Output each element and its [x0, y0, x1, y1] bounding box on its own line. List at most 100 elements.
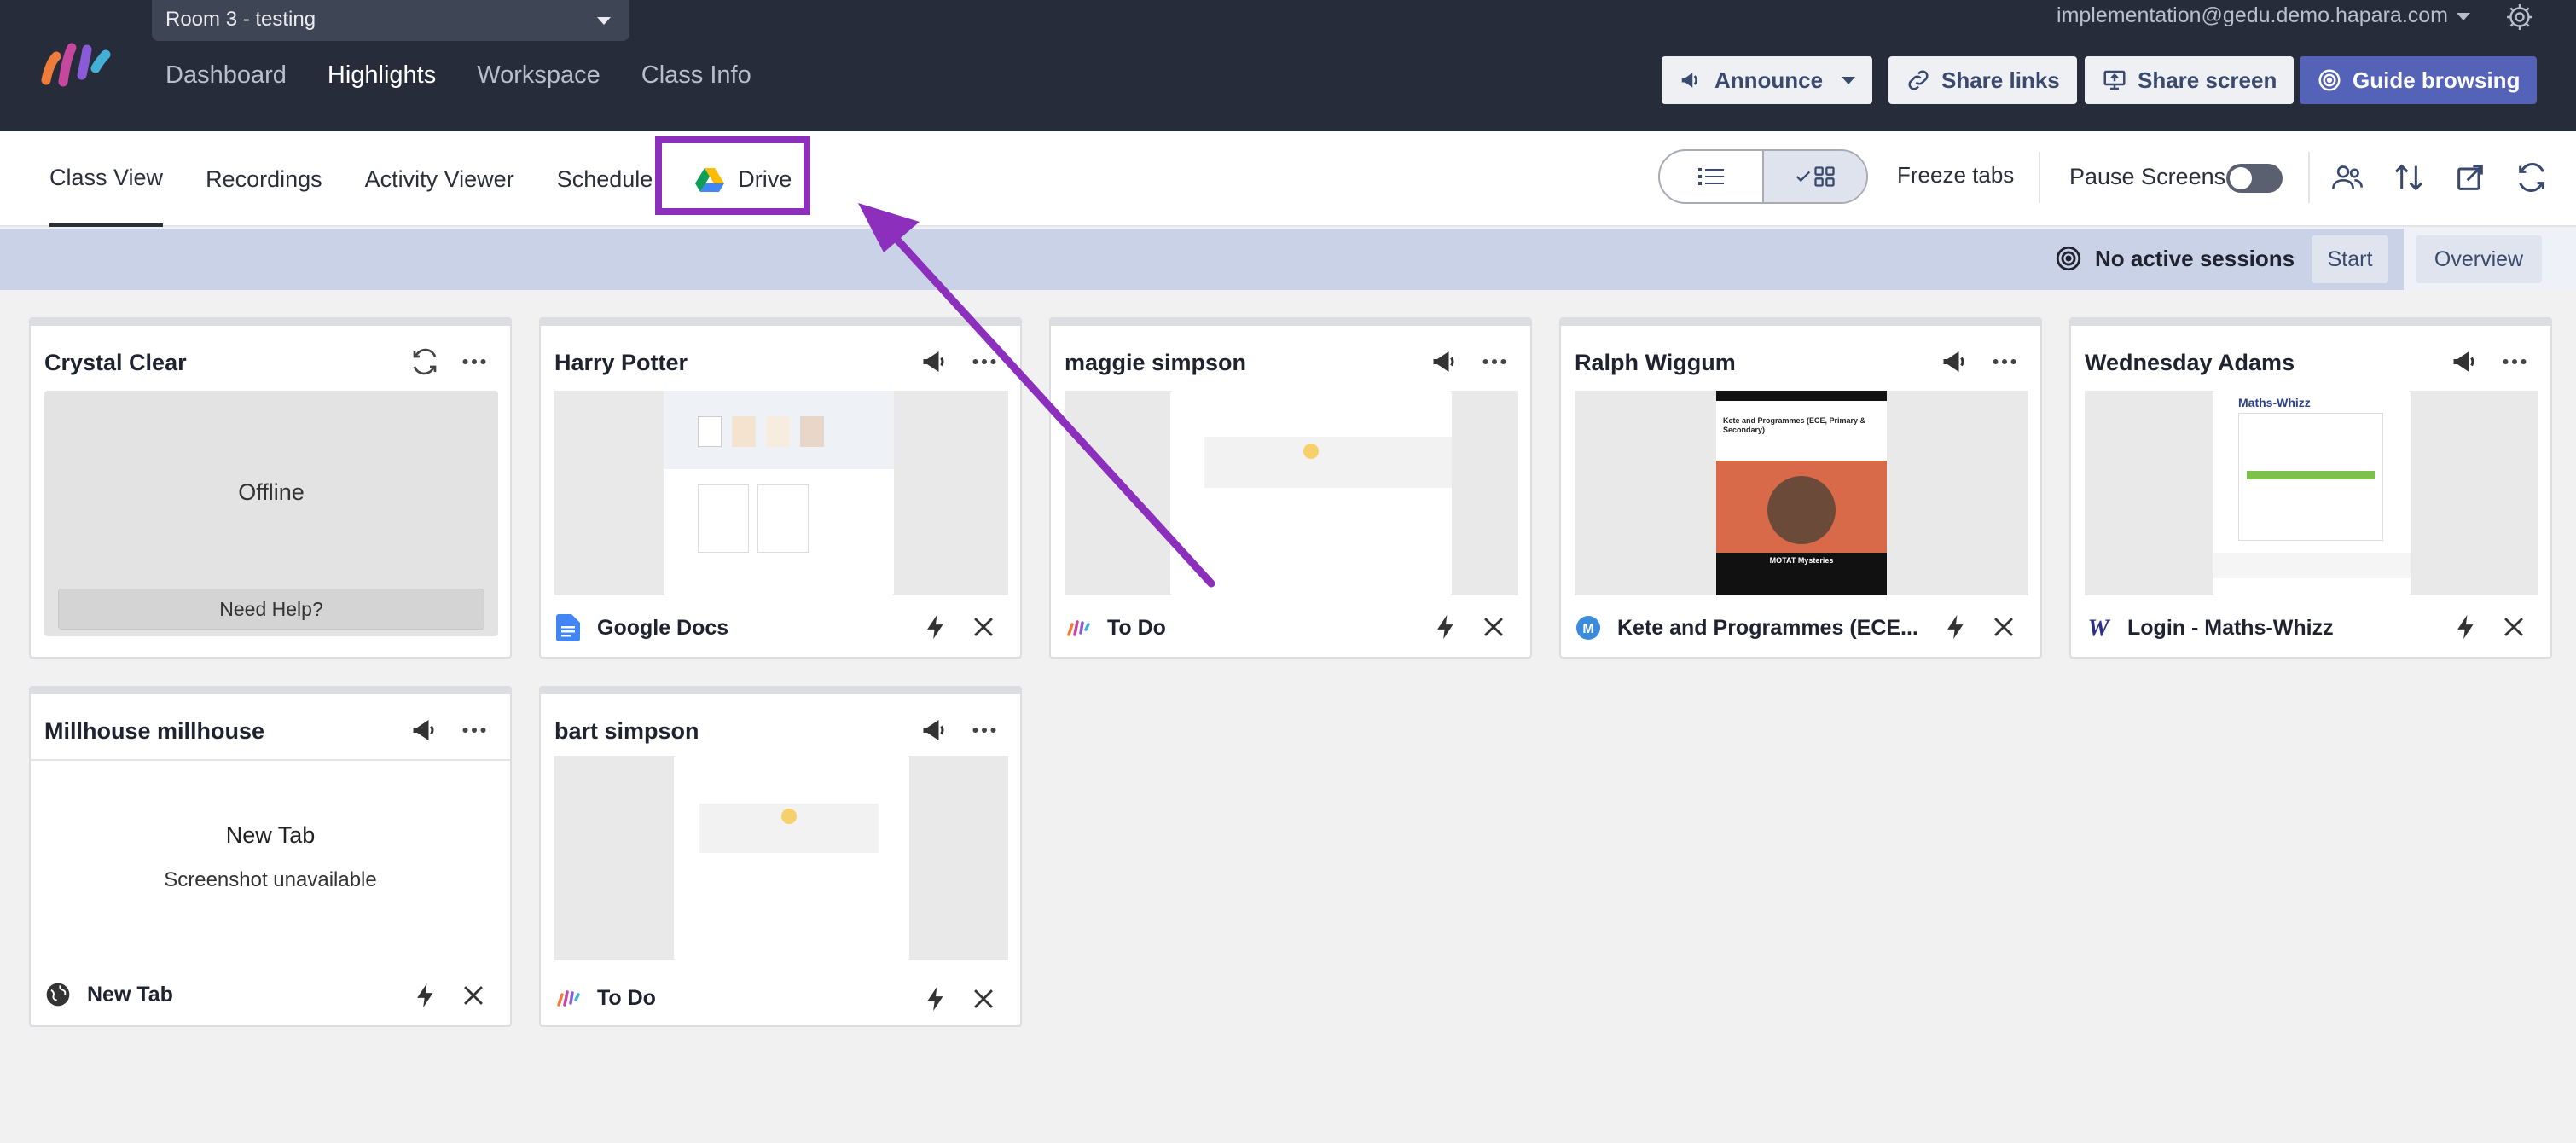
lightning-icon[interactable] [921, 984, 950, 1013]
student-card: Ralph Wiggum Kete and Programmes (ECE, P… [1559, 317, 2042, 659]
screen-share-icon [2103, 70, 2126, 90]
preview-title: Kete and Programmes (ECE, Primary & Seco… [1723, 416, 1866, 434]
active-tab[interactable]: New Tab [44, 981, 173, 1008]
guide-browsing-button[interactable]: Guide browsing [2300, 56, 2538, 104]
screenshot-thumbnail[interactable]: Maths-Whizz [2085, 391, 2538, 595]
hapara-logo[interactable] [38, 38, 114, 89]
close-icon[interactable] [459, 981, 488, 1010]
nav-class-info[interactable]: Class Info [641, 61, 751, 90]
preview-brand: Maths-Whizz [2238, 396, 2311, 409]
page-preview [664, 391, 894, 595]
student-card: Harry Potter Google Docs [539, 317, 1022, 659]
close-icon[interactable] [2499, 612, 2528, 641]
lightning-icon[interactable] [1431, 612, 1460, 641]
drive-highlight-box [655, 136, 810, 215]
new-tab-title: New Tab [225, 822, 316, 848]
hapara-icon [554, 984, 582, 1012]
share-links-button[interactable]: Share links [1888, 56, 2077, 104]
gear-icon[interactable] [2504, 2, 2535, 32]
more-options-icon[interactable] [2499, 346, 2530, 377]
lightning-icon[interactable] [2451, 612, 2480, 641]
more-options-icon[interactable] [459, 346, 490, 377]
announce-button[interactable]: Announce [1662, 56, 1873, 104]
student-card: bart simpson To Do [539, 686, 1022, 1027]
freeze-tabs-button[interactable]: Freeze tabs [1897, 162, 2014, 189]
pause-screens-toggle[interactable] [2226, 164, 2283, 193]
target-icon [2318, 69, 2341, 91]
more-options-icon[interactable] [969, 346, 1000, 377]
chevron-down-icon [597, 17, 611, 25]
student-card: Wednesday Adams Maths-Whizz W Login - Ma… [2069, 317, 2552, 659]
nav-highlights[interactable]: Highlights [328, 61, 436, 90]
lightning-icon[interactable] [411, 981, 440, 1010]
student-name: maggie simpson [1065, 350, 1247, 375]
student-card: maggie simpson To Do [1049, 317, 1532, 659]
users-icon[interactable] [2330, 160, 2364, 194]
open-external-icon[interactable] [2453, 160, 2487, 194]
megaphone-icon[interactable] [2450, 346, 2480, 377]
divider [2308, 152, 2310, 203]
screenshot-thumbnail[interactable] [554, 391, 1008, 595]
list-view-button[interactable] [1660, 151, 1762, 202]
close-icon[interactable] [969, 612, 998, 641]
share-screen-button[interactable]: Share screen [2085, 56, 2295, 104]
screenshot-unavailable-panel: New Tab Screenshot unavailable [31, 759, 510, 957]
page-preview [674, 756, 909, 960]
megaphone-icon[interactable] [1940, 346, 1970, 377]
lightning-icon[interactable] [921, 612, 950, 641]
nav-dashboard[interactable]: Dashboard [165, 61, 287, 90]
more-options-icon[interactable] [1479, 346, 1510, 377]
student-card: Crystal Clear Offline Need Help? [29, 317, 512, 659]
active-tab[interactable]: W Login - Maths-Whizz [2085, 614, 2333, 641]
room-selector[interactable]: Room 3 - testing [152, 0, 629, 41]
megaphone-icon[interactable] [1430, 346, 1460, 377]
close-icon[interactable] [1989, 612, 2018, 641]
grid-icon [1814, 166, 1835, 187]
screenshot-thumbnail[interactable] [1065, 391, 1518, 595]
need-help-button[interactable]: Need Help? [58, 589, 484, 630]
divider [2039, 152, 2040, 203]
lightning-icon[interactable] [1941, 612, 1970, 641]
tab-class-view[interactable]: Class View [49, 131, 164, 227]
active-tab[interactable]: To Do [554, 984, 656, 1012]
tab-activity-viewer[interactable]: Activity Viewer [365, 131, 514, 227]
active-tab[interactable]: To Do [1065, 614, 1166, 641]
student-card: Millhouse millhouse New Tab Screenshot u… [29, 686, 512, 1027]
target-icon [2056, 246, 2081, 271]
overview-button[interactable]: Overview [2416, 235, 2542, 283]
active-tab[interactable]: Google Docs [554, 614, 728, 641]
screenshot-thumbnail[interactable] [554, 756, 1008, 960]
megaphone-icon[interactable] [409, 715, 440, 746]
account-email: implementation@gedu.demo.hapara.com [2057, 3, 2448, 27]
refresh-icon[interactable] [2515, 160, 2549, 194]
share-screen-label: Share screen [2138, 67, 2277, 93]
student-name: Ralph Wiggum [1575, 350, 1736, 375]
refresh-icon[interactable] [409, 346, 440, 377]
megaphone-icon[interactable] [920, 715, 950, 746]
screenshot-thumbnail[interactable]: Kete and Programmes (ECE, Primary & Seco… [1575, 391, 2028, 595]
active-tab[interactable]: M Kete and Programmes (ECE... [1575, 614, 1918, 641]
tab-recordings[interactable]: Recordings [206, 131, 322, 227]
more-options-icon[interactable] [969, 715, 1000, 746]
check-icon [1796, 171, 1811, 183]
sort-icon[interactable] [2392, 160, 2426, 194]
session-status-text: No active sessions [2095, 245, 2295, 271]
preview-banner: MOTAT Mysteries [1769, 556, 1834, 565]
tab-schedule[interactable]: Schedule [557, 131, 653, 227]
nav-workspace[interactable]: Workspace [477, 61, 600, 90]
close-icon[interactable] [1479, 612, 1508, 641]
screenshot-unavailable-text: Screenshot unavailable [164, 868, 377, 891]
close-icon[interactable] [969, 984, 998, 1013]
page-preview: Maths-Whizz [2213, 391, 2411, 595]
pause-screens-label: Pause Screens [2069, 164, 2226, 189]
link-icon [1908, 70, 1929, 90]
start-session-button[interactable]: Start [2312, 235, 2388, 283]
kete-icon: M [1575, 614, 1602, 641]
account-menu[interactable]: implementation@gedu.demo.hapara.com [2057, 3, 2470, 28]
more-options-icon[interactable] [1989, 346, 2020, 377]
megaphone-icon[interactable] [920, 346, 950, 377]
maths-whizz-icon: W [2085, 614, 2112, 641]
grid-view-button[interactable] [1762, 151, 1866, 202]
more-options-icon[interactable] [459, 715, 490, 746]
share-links-label: Share links [1941, 67, 2060, 93]
